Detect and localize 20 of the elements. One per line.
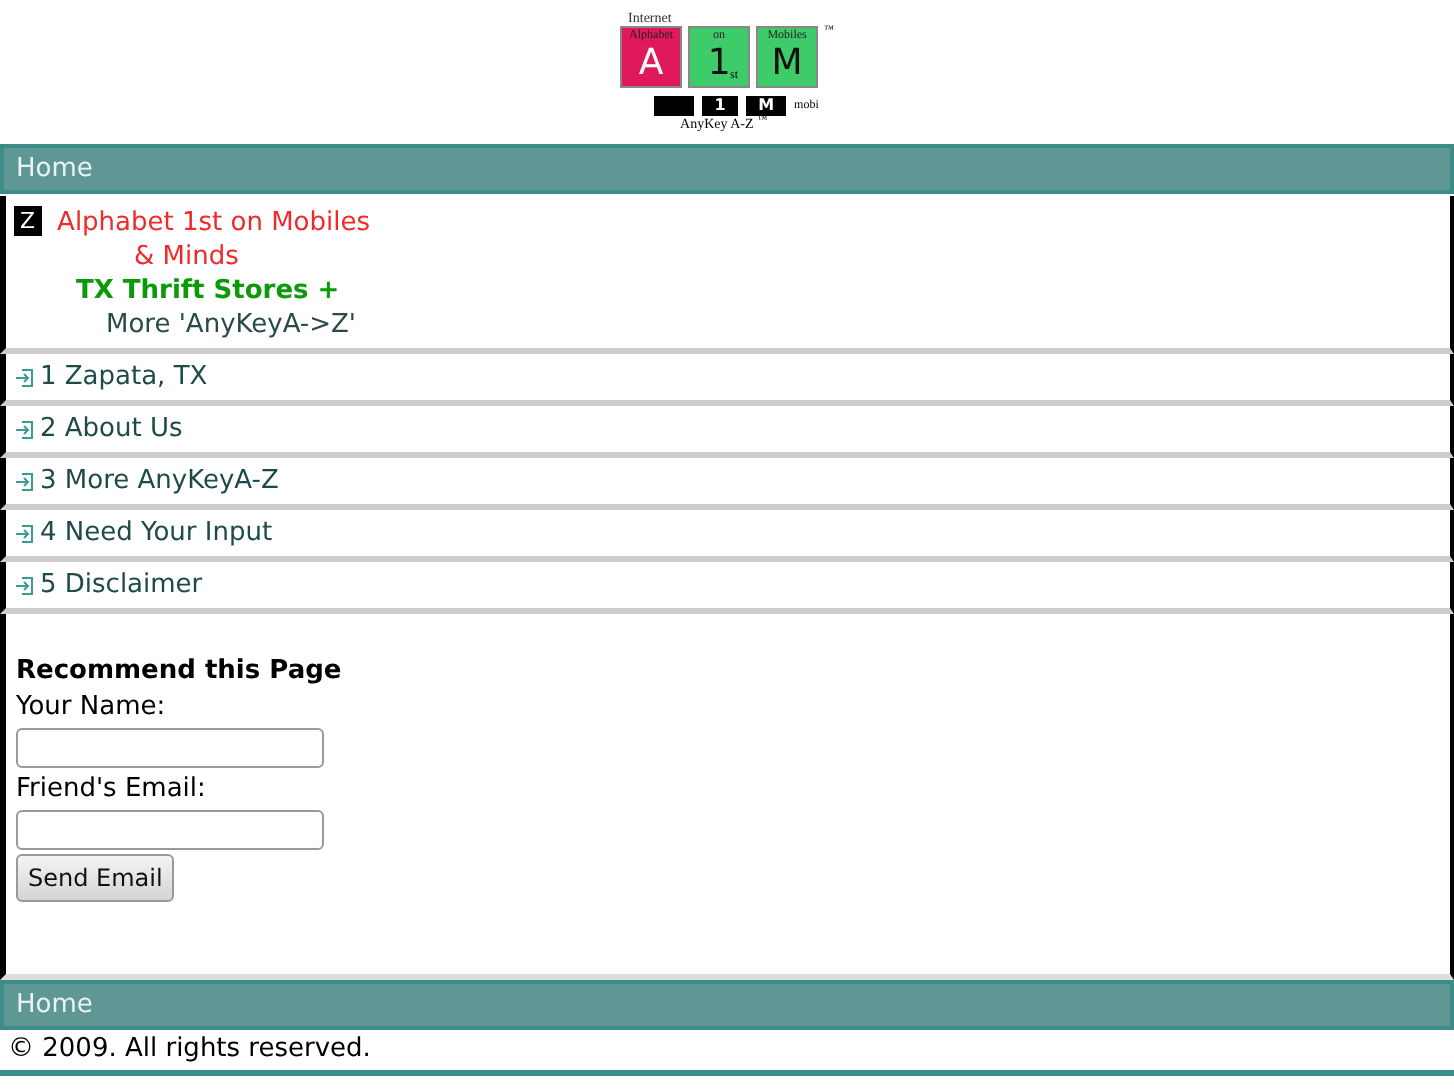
send-email-button[interactable]: Send Email (16, 854, 175, 902)
logo-key: 1 (702, 96, 739, 116)
copyright-text: © 2009. All rights reserved. (8, 1034, 371, 1064)
intro-text: More 'AnyKeyA->Z' (106, 308, 356, 342)
letter-badge: Z (14, 206, 42, 236)
enter-icon (14, 419, 34, 439)
field-label: Your Name: (16, 690, 168, 726)
logo-key: M (746, 96, 787, 116)
field-label: Friend's Email: (16, 772, 208, 808)
logo-key (654, 96, 695, 116)
intro-text: Alphabet 1st on Mobiles (57, 206, 371, 240)
enter-icon (14, 471, 34, 491)
form-title: Recommend this Page (16, 654, 344, 690)
intro-text: & Minds (134, 240, 239, 274)
input-field[interactable] (16, 728, 324, 768)
intro-text: TX Thrift Stores + (76, 274, 340, 308)
enter-icon (14, 523, 34, 543)
input-field[interactable] (16, 810, 324, 850)
enter-icon (14, 367, 34, 387)
enter-icon (14, 575, 34, 595)
